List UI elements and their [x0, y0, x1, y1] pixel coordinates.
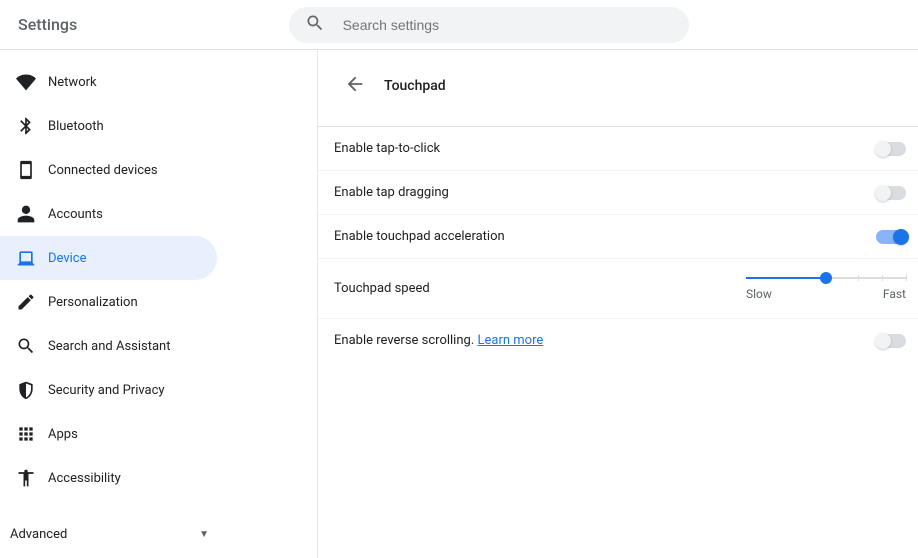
toggle-tap-dragging[interactable]: [876, 186, 906, 200]
search-input[interactable]: [343, 17, 673, 33]
sidebar-item-label: Device: [48, 251, 87, 266]
row-reverse-scroll: Enable reverse scrolling. Learn more: [318, 318, 918, 362]
row-touchpad-speed: Touchpad speed Slow Fast: [318, 258, 918, 318]
row-tap-to-click: Enable tap-to-click: [318, 126, 918, 170]
sidebar-item-label: Accessibility: [48, 471, 121, 486]
chevron-down-icon: ▼: [199, 529, 209, 540]
sidebar-item-security-privacy[interactable]: Security and Privacy: [0, 368, 217, 412]
sidebar-item-search-assistant[interactable]: Search and Assistant: [0, 324, 217, 368]
row-tap-dragging: Enable tap dragging: [318, 170, 918, 214]
accessibility-icon: [16, 468, 36, 488]
search-icon: [16, 336, 36, 356]
sidebar-item-label: Connected devices: [48, 163, 158, 178]
row-acceleration: Enable touchpad acceleration: [318, 214, 918, 258]
app-header: Settings: [0, 0, 918, 50]
setting-label: Enable tap-to-click: [334, 141, 440, 156]
bluetooth-icon: [16, 116, 36, 136]
sidebar-advanced-toggle[interactable]: Advanced ▼: [0, 514, 225, 554]
setting-label: Enable tap dragging: [334, 185, 449, 200]
reverse-scroll-label: Enable reverse scrolling.: [334, 333, 477, 348]
search-box[interactable]: [289, 7, 689, 43]
toggle-tap-to-click[interactable]: [876, 142, 906, 156]
app-title: Settings: [18, 15, 77, 34]
sidebar-item-label: Apps: [48, 427, 78, 442]
person-icon: [16, 204, 36, 224]
advanced-label: Advanced: [10, 527, 67, 542]
toggle-acceleration[interactable]: [876, 230, 906, 244]
setting-label: Enable reverse scrolling. Learn more: [334, 333, 543, 348]
panel-header: Touchpad: [318, 60, 918, 112]
wifi-icon: [16, 72, 36, 92]
learn-more-link[interactable]: Learn more: [477, 333, 543, 348]
setting-label: Touchpad speed: [334, 281, 430, 296]
speed-slider[interactable]: Slow Fast: [746, 269, 906, 309]
sidebar-item-label: Network: [48, 75, 97, 90]
pencil-icon: [16, 292, 36, 312]
settings-list: Enable tap-to-click Enable tap dragging …: [318, 126, 918, 362]
sidebar-item-bluetooth[interactable]: Bluetooth: [0, 104, 217, 148]
back-button[interactable]: [344, 73, 366, 99]
sidebar-item-label: Search and Assistant: [48, 339, 171, 354]
arrow-left-icon: [344, 73, 366, 95]
setting-label: Enable touchpad acceleration: [334, 229, 505, 244]
phone-icon: [16, 160, 36, 180]
sidebar-item-label: Personalization: [48, 295, 138, 310]
sidebar-item-accounts[interactable]: Accounts: [0, 192, 217, 236]
sidebar-item-label: Accounts: [48, 207, 103, 222]
slider-slow-label: Slow: [746, 287, 772, 301]
search-container: [77, 7, 900, 43]
search-icon: [305, 13, 325, 37]
panel-title: Touchpad: [384, 78, 446, 94]
sidebar-item-accessibility[interactable]: Accessibility: [0, 456, 217, 500]
laptop-icon: [16, 248, 36, 268]
sidebar: Network Bluetooth Connected devices Acco…: [0, 50, 318, 558]
toggle-reverse-scroll[interactable]: [876, 334, 906, 348]
sidebar-item-label: Security and Privacy: [48, 383, 165, 398]
shield-icon: [16, 380, 36, 400]
sidebar-item-network[interactable]: Network: [0, 60, 217, 104]
content-panel: Touchpad Enable tap-to-click Enable tap …: [318, 50, 918, 558]
sidebar-item-device[interactable]: Device: [0, 236, 217, 280]
sidebar-item-personalization[interactable]: Personalization: [0, 280, 217, 324]
sidebar-item-label: Bluetooth: [48, 119, 104, 134]
sidebar-item-connected-devices[interactable]: Connected devices: [0, 148, 217, 192]
slider-fast-label: Fast: [883, 287, 906, 301]
apps-icon: [16, 424, 36, 444]
sidebar-item-apps[interactable]: Apps: [0, 412, 217, 456]
